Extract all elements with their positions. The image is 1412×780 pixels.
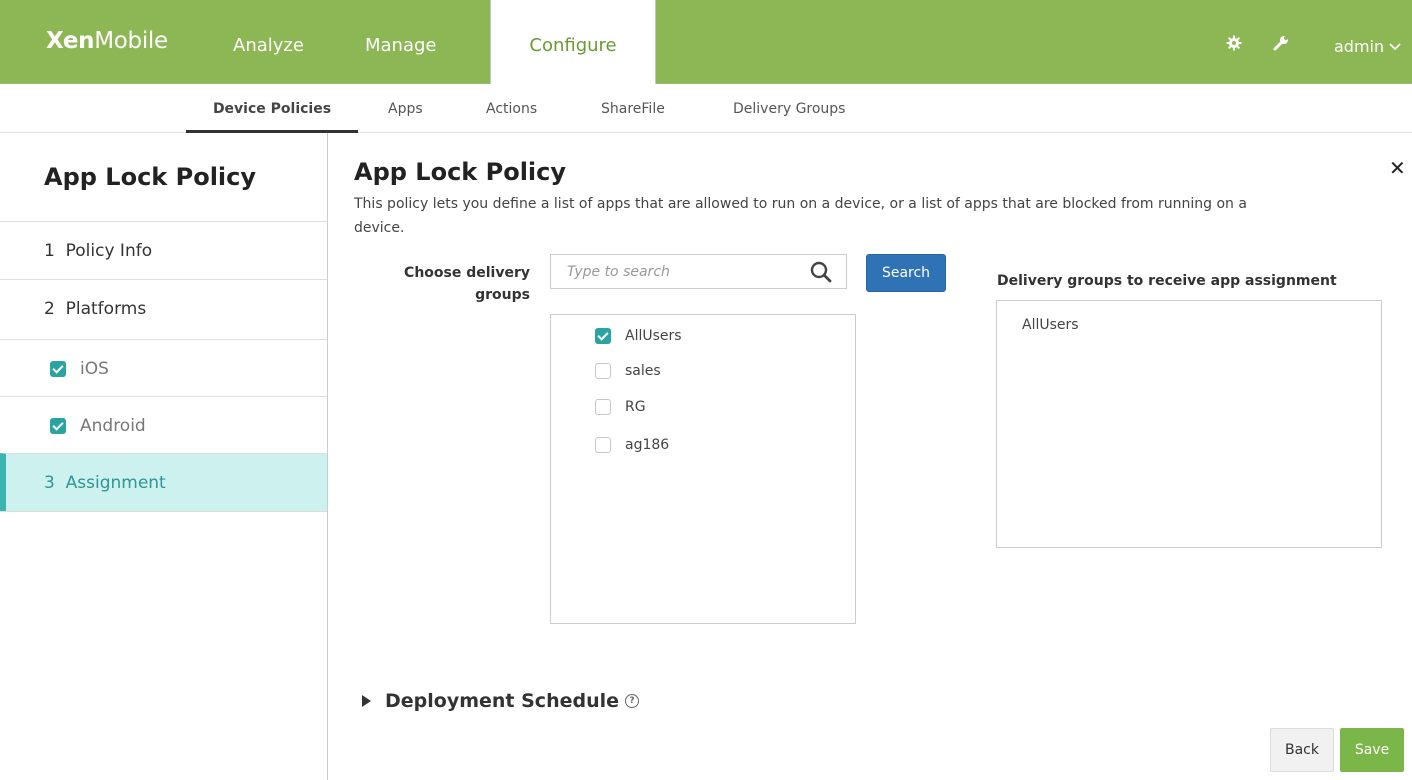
deployment-schedule-toggle[interactable]: Deployment Schedule ? [362, 690, 640, 712]
step-platform-ios[interactable]: iOS [0, 339, 327, 397]
back-button[interactable]: Back [1270, 728, 1334, 772]
search-button[interactable]: Search [866, 254, 946, 292]
group-checkbox-allusers[interactable] [595, 328, 611, 344]
logo-rest-text: Mobile [94, 28, 168, 54]
nav-configure[interactable]: Configure [490, 0, 656, 85]
help-icon[interactable]: ? [625, 694, 640, 708]
list-item[interactable]: RG [595, 395, 646, 419]
list-item[interactable]: ag186 [595, 433, 669, 457]
receive-assignment-label: Delivery groups to receive app assignmen… [997, 273, 1337, 289]
android-checkbox[interactable] [50, 417, 66, 434]
close-icon[interactable]: ✕ [1389, 156, 1406, 180]
step-label: Android [80, 415, 146, 436]
page-title: App Lock Policy [354, 158, 567, 186]
expand-triangle-icon [362, 695, 371, 707]
group-checkbox-sales[interactable] [595, 363, 611, 379]
policy-description: This policy lets you define a list of ap… [354, 196, 1247, 236]
step-policy-info[interactable]: 1 Policy Info [0, 221, 327, 279]
subnav-sharefile[interactable]: ShareFile [601, 84, 665, 133]
deployment-schedule-label: Deployment Schedule [385, 690, 620, 712]
step-label: 1 Policy Info [44, 240, 153, 261]
subnav-delivery-groups[interactable]: Delivery Groups [733, 84, 845, 133]
step-label: 3 Assignment [44, 472, 166, 493]
nav-manage[interactable]: Manage [365, 0, 437, 84]
nav-analyze[interactable]: Analyze [233, 0, 304, 84]
list-item[interactable]: sales [595, 359, 661, 383]
search-icon[interactable] [810, 261, 832, 283]
subnav-actions[interactable]: Actions [486, 84, 537, 133]
choose-delivery-groups-label: Choose delivery groups [404, 265, 530, 303]
user-menu[interactable]: admin [1334, 0, 1401, 84]
group-checkbox-rg[interactable] [595, 399, 611, 415]
delivery-group-list: AllUsers sales RG ag186 [550, 314, 856, 624]
subnav-apps[interactable]: Apps [388, 84, 423, 133]
wrench-icon[interactable] [1270, 32, 1292, 54]
sidebar-title: App Lock Policy [44, 163, 257, 191]
search-input[interactable] [551, 255, 791, 288]
xenmobile-logo[interactable]: XenMobile [46, 28, 168, 54]
step-platform-android[interactable]: Android [0, 396, 327, 454]
top-navbar: XenMobile Analyze Manage Configure admin [0, 0, 1412, 85]
receive-assignment-list: AllUsers [996, 300, 1382, 548]
wizard-sidebar: App Lock Policy 1 Policy Info 2 Platform… [0, 133, 328, 780]
logo-bold-text: Xen [46, 28, 95, 54]
list-item: AllUsers [1022, 317, 1079, 333]
search-field[interactable] [550, 254, 847, 289]
sidebar-divider [0, 511, 327, 512]
step-label: 2 Platforms [44, 298, 147, 319]
user-name: admin [1334, 37, 1385, 56]
chevron-down-icon [1389, 1, 1401, 95]
subnav-device-policies[interactable]: Device Policies [186, 84, 358, 133]
group-name: ag186 [625, 437, 670, 453]
step-platforms[interactable]: 2 Platforms [0, 279, 327, 337]
step-label: iOS [80, 358, 109, 379]
step-assignment[interactable]: 3 Assignment [0, 453, 327, 511]
gear-icon[interactable] [1223, 32, 1245, 54]
group-name: AllUsers [625, 328, 682, 344]
list-item[interactable]: AllUsers [595, 324, 682, 348]
group-name: RG [625, 399, 646, 415]
group-checkbox-ag186[interactable] [595, 437, 611, 453]
sub-navbar: Device Policies Apps Actions ShareFile D… [0, 84, 1412, 133]
ios-checkbox[interactable] [50, 360, 66, 377]
group-name: sales [625, 363, 661, 379]
save-button[interactable]: Save [1340, 728, 1404, 772]
